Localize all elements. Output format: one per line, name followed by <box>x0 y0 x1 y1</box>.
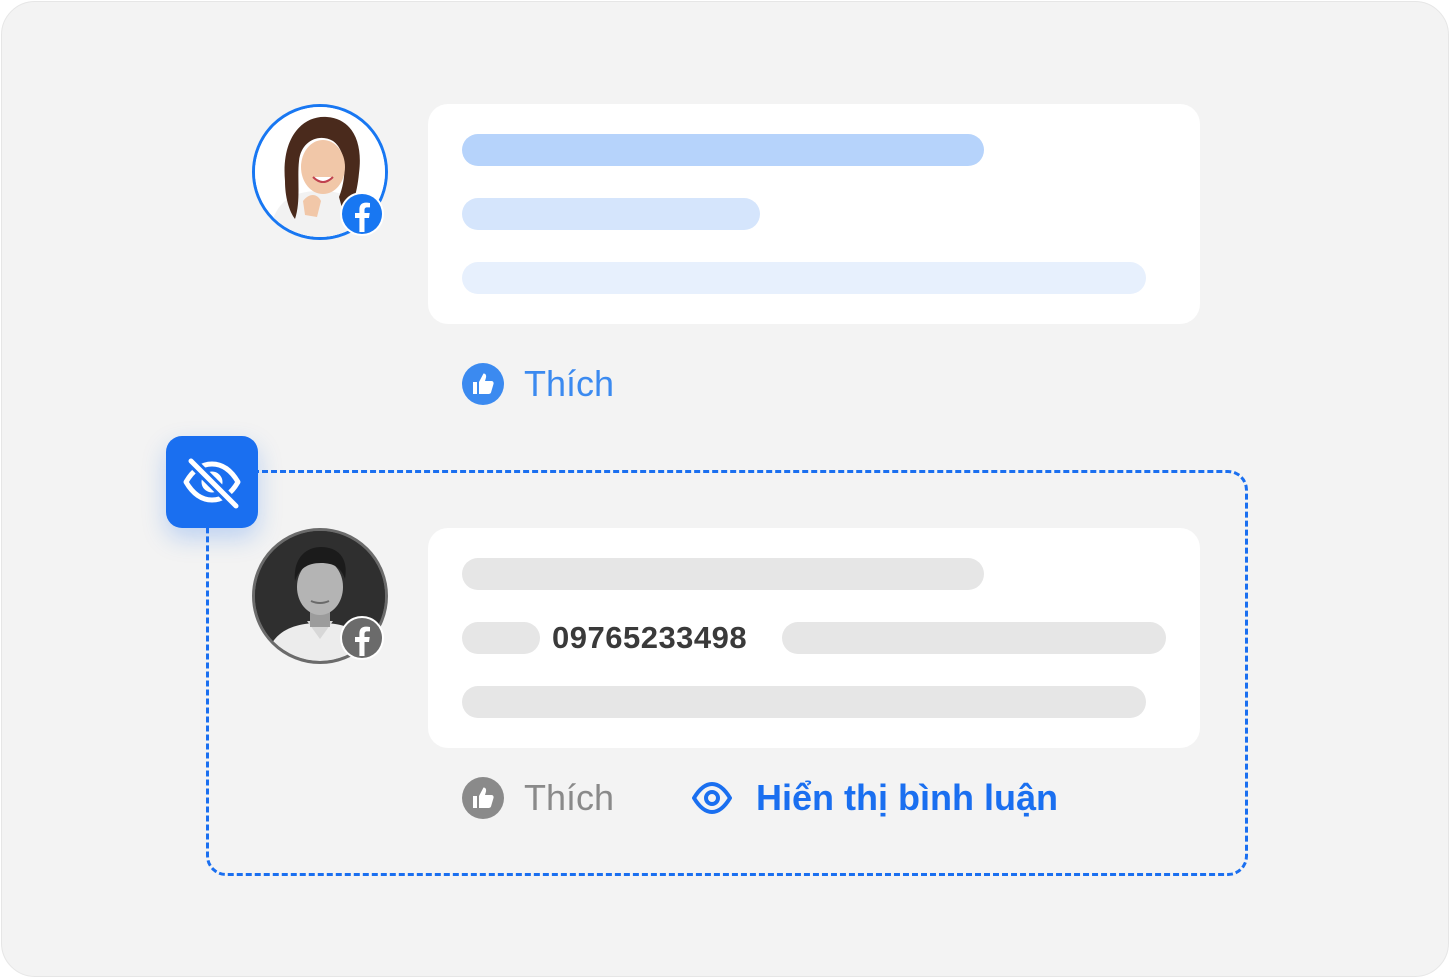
comment-card: 09765233498 <box>428 528 1200 748</box>
text-placeholder-line <box>462 622 540 654</box>
text-placeholder-line <box>462 686 1146 718</box>
like-icon <box>462 777 504 819</box>
phone-number: 09765233498 <box>552 620 748 655</box>
like-label: Thích <box>524 777 615 818</box>
like-label: Thích <box>524 363 615 404</box>
comment-card <box>428 104 1200 324</box>
text-placeholder-line <box>782 622 1166 654</box>
facebook-icon <box>340 616 384 660</box>
text-placeholder-line <box>462 558 984 590</box>
like-button[interactable]: Thích <box>462 362 614 406</box>
text-placeholder-line <box>462 198 760 230</box>
eye-off-icon <box>166 436 258 528</box>
facebook-icon <box>340 192 384 236</box>
like-button[interactable]: Thích <box>462 776 614 820</box>
like-icon <box>462 363 504 405</box>
show-comment-label: Hiển thị bình luận <box>756 777 1058 818</box>
text-placeholder-line <box>462 262 1146 294</box>
eye-icon <box>692 782 732 814</box>
text-placeholder-line <box>462 134 984 166</box>
show-comment-button[interactable]: Hiển thị bình luận <box>692 776 1058 820</box>
